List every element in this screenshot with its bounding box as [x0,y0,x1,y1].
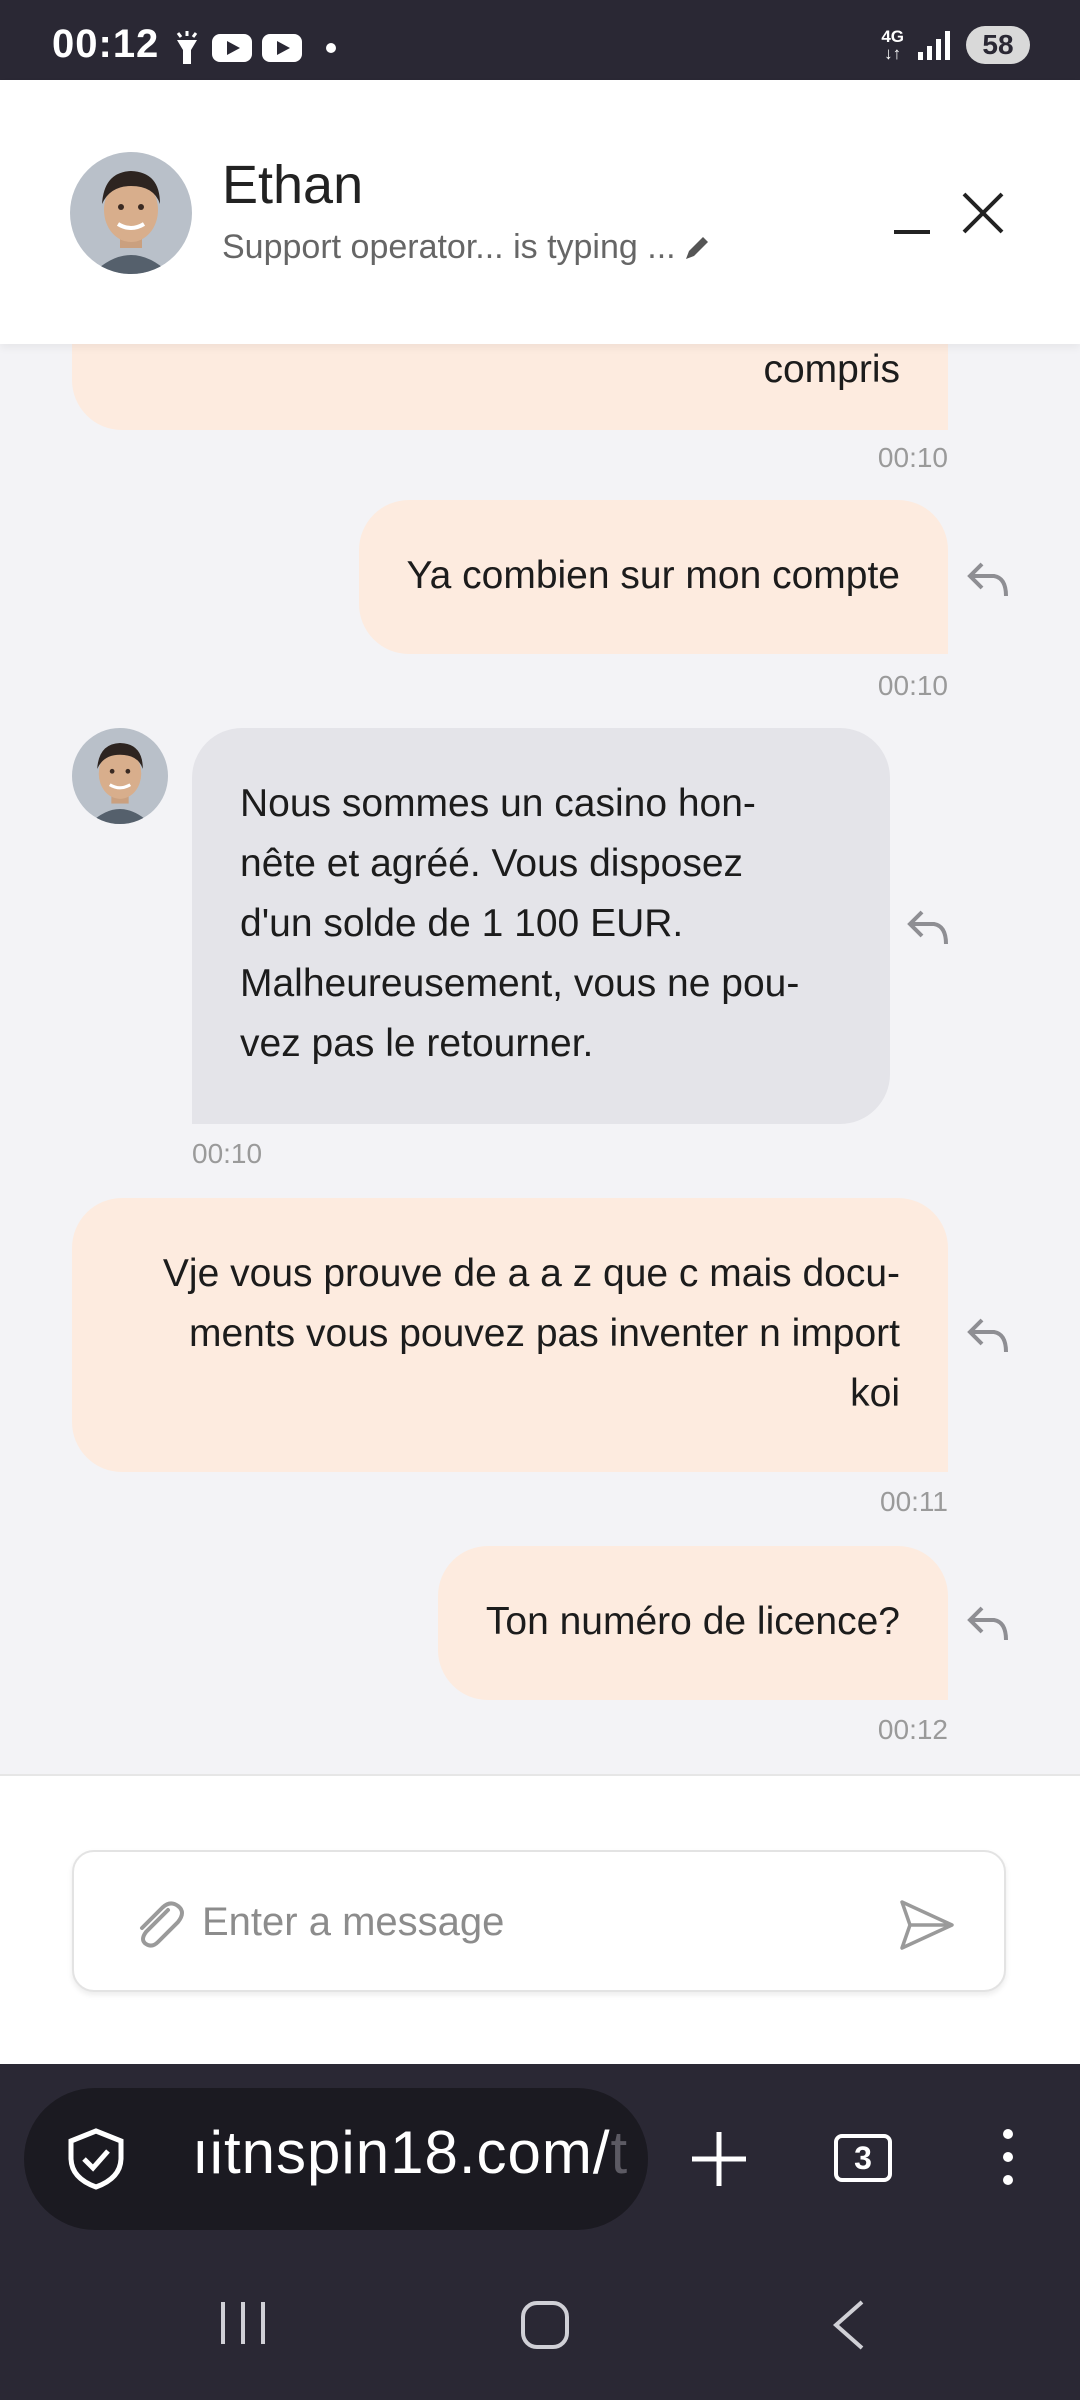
chat-header: Ethan Support operator... is typing ... [0,80,1080,344]
minimize-button[interactable] [880,200,940,260]
message-composer [72,1850,1006,1992]
message-input[interactable] [202,1882,822,1962]
message-line: Malheureusement, vous ne pou- [240,962,800,1005]
home-button[interactable] [520,2300,570,2350]
status-time: 00:12 [52,22,160,66]
reply-icon[interactable] [904,904,950,950]
message-text: Ton numéro de licence? [485,1600,900,1643]
message-line: vez pas le retourner. [240,1022,594,1065]
user-message: Ya combien sur mon compte [358,500,948,654]
message-line: koi [850,1372,900,1415]
send-icon[interactable] [898,1896,956,1954]
notification-icons [172,30,336,66]
message-time: 00:10 [877,670,948,701]
operator-avatar-small [72,728,168,824]
tab-switcher-button[interactable]: 3 [834,2134,892,2182]
youtube-icon [212,34,252,62]
message-line: d'un solde de 1 100 EUR. [240,902,684,945]
operator-name: Ethan [222,155,364,215]
user-message: Ton numéro de licence? [437,1546,948,1700]
operator-status: Support operator... is typing ... [222,228,712,267]
message-text: compris [763,348,900,391]
url-text[interactable]: ıitnspin18.com/t [192,2118,628,2187]
message-text: Ya combien sur mon compte [406,554,901,597]
address-bar[interactable]: ıitnspin18.com/t [24,2088,648,2230]
message-line: Vje vous prouve de a a z que c mais docu… [162,1252,900,1295]
close-button[interactable] [958,188,1008,238]
reply-icon[interactable] [964,556,1010,602]
message-time: 00:11 [880,1486,948,1517]
new-tab-button[interactable] [690,2130,748,2188]
reply-icon[interactable] [964,1312,1010,1358]
operator-avatar [70,152,192,274]
status-bar: 00:12 4G ↓↑ 58 [0,0,1080,80]
more-options-icon[interactable] [996,2126,1020,2188]
flashlight-icon [176,31,198,64]
more-notifications-dot-icon [326,43,336,53]
typing-status-text: Support operator... is typing ... [222,228,676,266]
message-line: Nous sommes un casino hon- [240,782,756,825]
composer-area [0,1774,1080,2064]
message-time: 00:12 [877,1714,948,1745]
browser-toolbar: ıitnspin18.com/t [0,2064,1080,2248]
battery-indicator: 58 [966,26,1030,64]
message-line: ments vous pouvez pas inventer n import [188,1312,900,1355]
operator-message: Nous sommes un casino hon- nête et agréé… [192,728,890,1124]
back-button[interactable] [828,2298,868,2352]
paperclip-icon[interactable] [128,1896,186,1954]
shield-check-icon [68,2128,124,2190]
user-message: Vje vous prouve de a a z que c mais docu… [72,1198,948,1472]
pencil-icon [685,236,708,259]
recent-apps-button[interactable] [218,2300,268,2346]
message-list[interactable]: compris 00:10 Ya combien sur mon compte … [0,344,1080,1774]
message-time: 00:10 [192,1138,263,1169]
message-line: nête et agréé. Vous disposez [240,842,744,885]
user-message: compris [72,344,948,430]
reply-icon[interactable] [964,1600,1010,1646]
network-type: 4G ↓↑ [881,27,904,63]
youtube-icon [262,34,302,62]
signal-icon [918,31,950,60]
message-time: 00:10 [877,442,948,473]
